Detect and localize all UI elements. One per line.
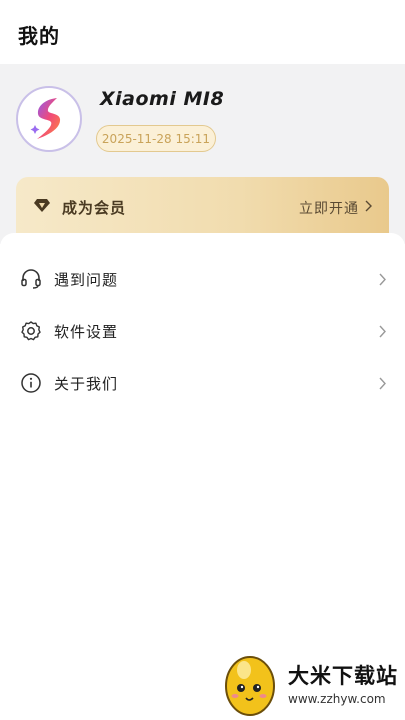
menu-label-problems: 遇到问题	[54, 271, 119, 289]
watermark-title: 大米下载站	[288, 664, 398, 688]
avatar[interactable]	[16, 86, 82, 152]
menu-item-about[interactable]: 关于我们	[0, 357, 405, 409]
chevron-right-icon	[379, 325, 386, 338]
device-name: Xiaomi MI8	[100, 88, 225, 110]
menu-item-problems[interactable]: 遇到问题	[0, 253, 405, 305]
gear-icon	[21, 321, 41, 341]
date-badge: 2025-11-28 15:11	[96, 125, 216, 152]
info-icon	[21, 373, 41, 393]
vip-open-link[interactable]: 立即开通	[299, 198, 359, 218]
header: 我的	[0, 0, 405, 64]
vip-label: 成为会员	[62, 199, 127, 217]
lightning-logo-icon	[30, 98, 61, 139]
watermark-url: www.zzhyw.com	[288, 692, 386, 706]
menu-label-settings: 软件设置	[54, 323, 119, 341]
page-title: 我的	[18, 24, 60, 48]
chevron-right-icon	[379, 273, 386, 286]
headset-icon	[21, 269, 41, 289]
chevron-right-icon	[365, 200, 372, 212]
diamond-icon	[34, 199, 50, 212]
menu-item-settings[interactable]: 软件设置	[0, 305, 405, 357]
vip-card[interactable]: 成为会员 立即开通	[16, 177, 389, 239]
watermark: 大米下载站 www.zzhyw.com	[222, 646, 405, 720]
egg-mascot-icon	[225, 656, 275, 716]
chevron-right-icon	[379, 377, 386, 390]
menu-label-about: 关于我们	[54, 375, 119, 393]
